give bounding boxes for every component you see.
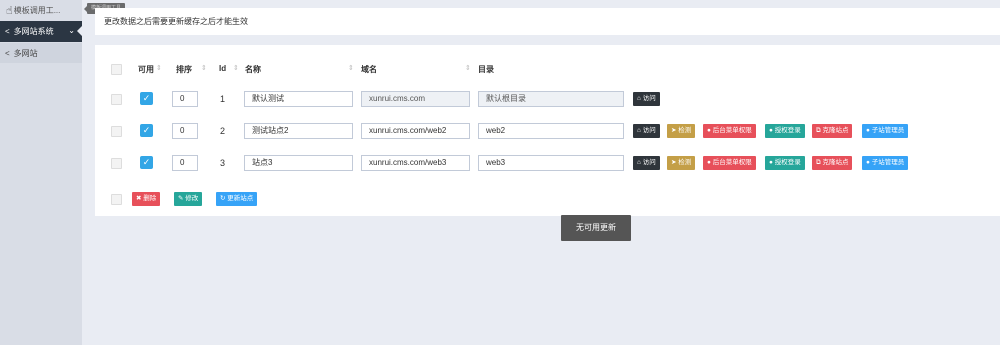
auth-login-button[interactable]: ● 授权登录 xyxy=(765,124,805,138)
hand-pointer-icon: ☝ xyxy=(6,4,13,17)
users-icon: ● xyxy=(866,159,870,166)
column-header-enabled[interactable]: 可用 xyxy=(138,64,154,75)
sort-icon[interactable]: ⇕ xyxy=(201,64,207,72)
user-icon: ● xyxy=(769,127,773,134)
edit-button[interactable]: ✎ 修改 xyxy=(174,192,203,206)
column-header-order[interactable]: 排序 xyxy=(176,64,192,75)
visit-button[interactable]: ⌂ 访问 xyxy=(633,124,660,138)
clone-icon: ⧉ xyxy=(816,159,821,166)
enabled-toggle[interactable]: ✓ xyxy=(140,92,153,105)
share-icon: < xyxy=(5,27,10,36)
sidebar-item-label: 多网站 xyxy=(13,48,38,58)
name-input[interactable]: 测试站点2 xyxy=(244,123,353,139)
clone-site-button[interactable]: ⧉ 克隆站点 xyxy=(812,124,853,138)
domain-input: xunrui.cms.com xyxy=(361,91,470,107)
send-icon: ➤ xyxy=(671,159,677,166)
row-checkbox[interactable] xyxy=(111,94,122,105)
dir-input[interactable]: web2 xyxy=(478,123,624,139)
clone-site-button[interactable]: ⧉ 克隆站点 xyxy=(812,156,853,170)
order-input[interactable]: 0 xyxy=(172,123,198,139)
sub-admin-button[interactable]: ● 子站管理员 xyxy=(862,124,909,138)
visit-button[interactable]: ⌂ 访问 xyxy=(633,92,660,106)
order-input[interactable]: 0 xyxy=(172,91,198,107)
name-input[interactable]: 默认测试 xyxy=(244,91,353,107)
check-button[interactable]: ➤ 检测 xyxy=(667,156,696,170)
select-all-checkbox[interactable] xyxy=(111,64,122,75)
sidebar-item-multisite[interactable]: < 多网站 xyxy=(0,43,82,63)
check-button[interactable]: ➤ 检测 xyxy=(667,124,696,138)
update-site-button[interactable]: ↻ 更新站点 xyxy=(216,192,258,206)
column-header-name[interactable]: 名称 xyxy=(245,64,261,75)
edit-icon: ✎ xyxy=(178,195,184,202)
send-icon: ➤ xyxy=(671,127,677,134)
refresh-icon: ↻ xyxy=(220,195,226,202)
sidebar: ☝ 模板调用工... < 多网站系统 ⌄ < 多网站 xyxy=(0,0,82,345)
sort-icon[interactable]: ⇕ xyxy=(465,64,471,72)
name-input[interactable]: 站点3 xyxy=(244,155,353,171)
menu-permission-button[interactable]: ● 后台菜单权限 xyxy=(703,156,756,170)
chevron-down-icon: ⌄ xyxy=(68,26,75,35)
sort-icon[interactable]: ⇕ xyxy=(233,64,239,72)
delete-button[interactable]: ✖ 删除 xyxy=(132,192,161,206)
visit-button[interactable]: ⌂ 访问 xyxy=(633,156,660,170)
sort-icon[interactable]: ⇕ xyxy=(156,64,162,72)
row-checkbox[interactable] xyxy=(111,126,122,137)
home-icon: ⌂ xyxy=(637,95,641,102)
active-indicator xyxy=(77,26,82,36)
order-input[interactable]: 0 xyxy=(172,155,198,171)
row-id: 2 xyxy=(220,126,226,136)
sub-admin-button[interactable]: ● 子站管理员 xyxy=(862,156,909,170)
enabled-toggle[interactable]: ✓ xyxy=(140,124,153,137)
home-icon: ⌂ xyxy=(637,127,641,134)
row-checkbox[interactable] xyxy=(111,158,122,169)
footer-checkbox[interactable] xyxy=(111,194,122,205)
dir-input[interactable]: web3 xyxy=(478,155,624,171)
sidebar-group-multisite[interactable]: < 多网站系统 ⌄ xyxy=(0,21,82,42)
share-icon: < xyxy=(5,48,10,58)
notice-text: 更改数据之后需要更新缓存之后才能生效 xyxy=(104,17,248,26)
column-header-id[interactable]: Id xyxy=(219,64,226,73)
dir-input: 默认根目录 xyxy=(478,91,624,107)
user-icon: ● xyxy=(707,127,711,134)
user-icon: ● xyxy=(707,159,711,166)
column-header-domain[interactable]: 域名 xyxy=(361,64,377,75)
clone-icon: ⧉ xyxy=(816,127,821,134)
sidebar-item-template-tool[interactable]: ☝ 模板调用工... xyxy=(0,0,82,20)
sidebar-item-label: 模板调用工... xyxy=(13,5,61,15)
home-icon: ⌂ xyxy=(637,159,641,166)
enabled-toggle[interactable]: ✓ xyxy=(140,156,153,169)
trash-icon: ✖ xyxy=(136,195,142,202)
sidebar-group-label: 多网站系统 xyxy=(13,27,54,36)
menu-permission-button[interactable]: ● 后台菜单权限 xyxy=(703,124,756,138)
user-icon: ● xyxy=(769,159,773,166)
domain-input[interactable]: xunrui.cms.com/web3 xyxy=(361,155,470,171)
notice-bar: 更改数据之后需要更新缓存之后才能生效 xyxy=(95,8,1000,35)
row-id: 1 xyxy=(220,94,226,104)
users-icon: ● xyxy=(866,127,870,134)
domain-input[interactable]: xunrui.cms.com/web2 xyxy=(361,123,470,139)
toast-message: 无可用更新 xyxy=(561,215,631,241)
row-id: 3 xyxy=(220,158,226,168)
auth-login-button[interactable]: ● 授权登录 xyxy=(765,156,805,170)
sort-icon[interactable]: ⇕ xyxy=(348,64,354,72)
column-header-dir[interactable]: 目录 xyxy=(478,64,494,75)
